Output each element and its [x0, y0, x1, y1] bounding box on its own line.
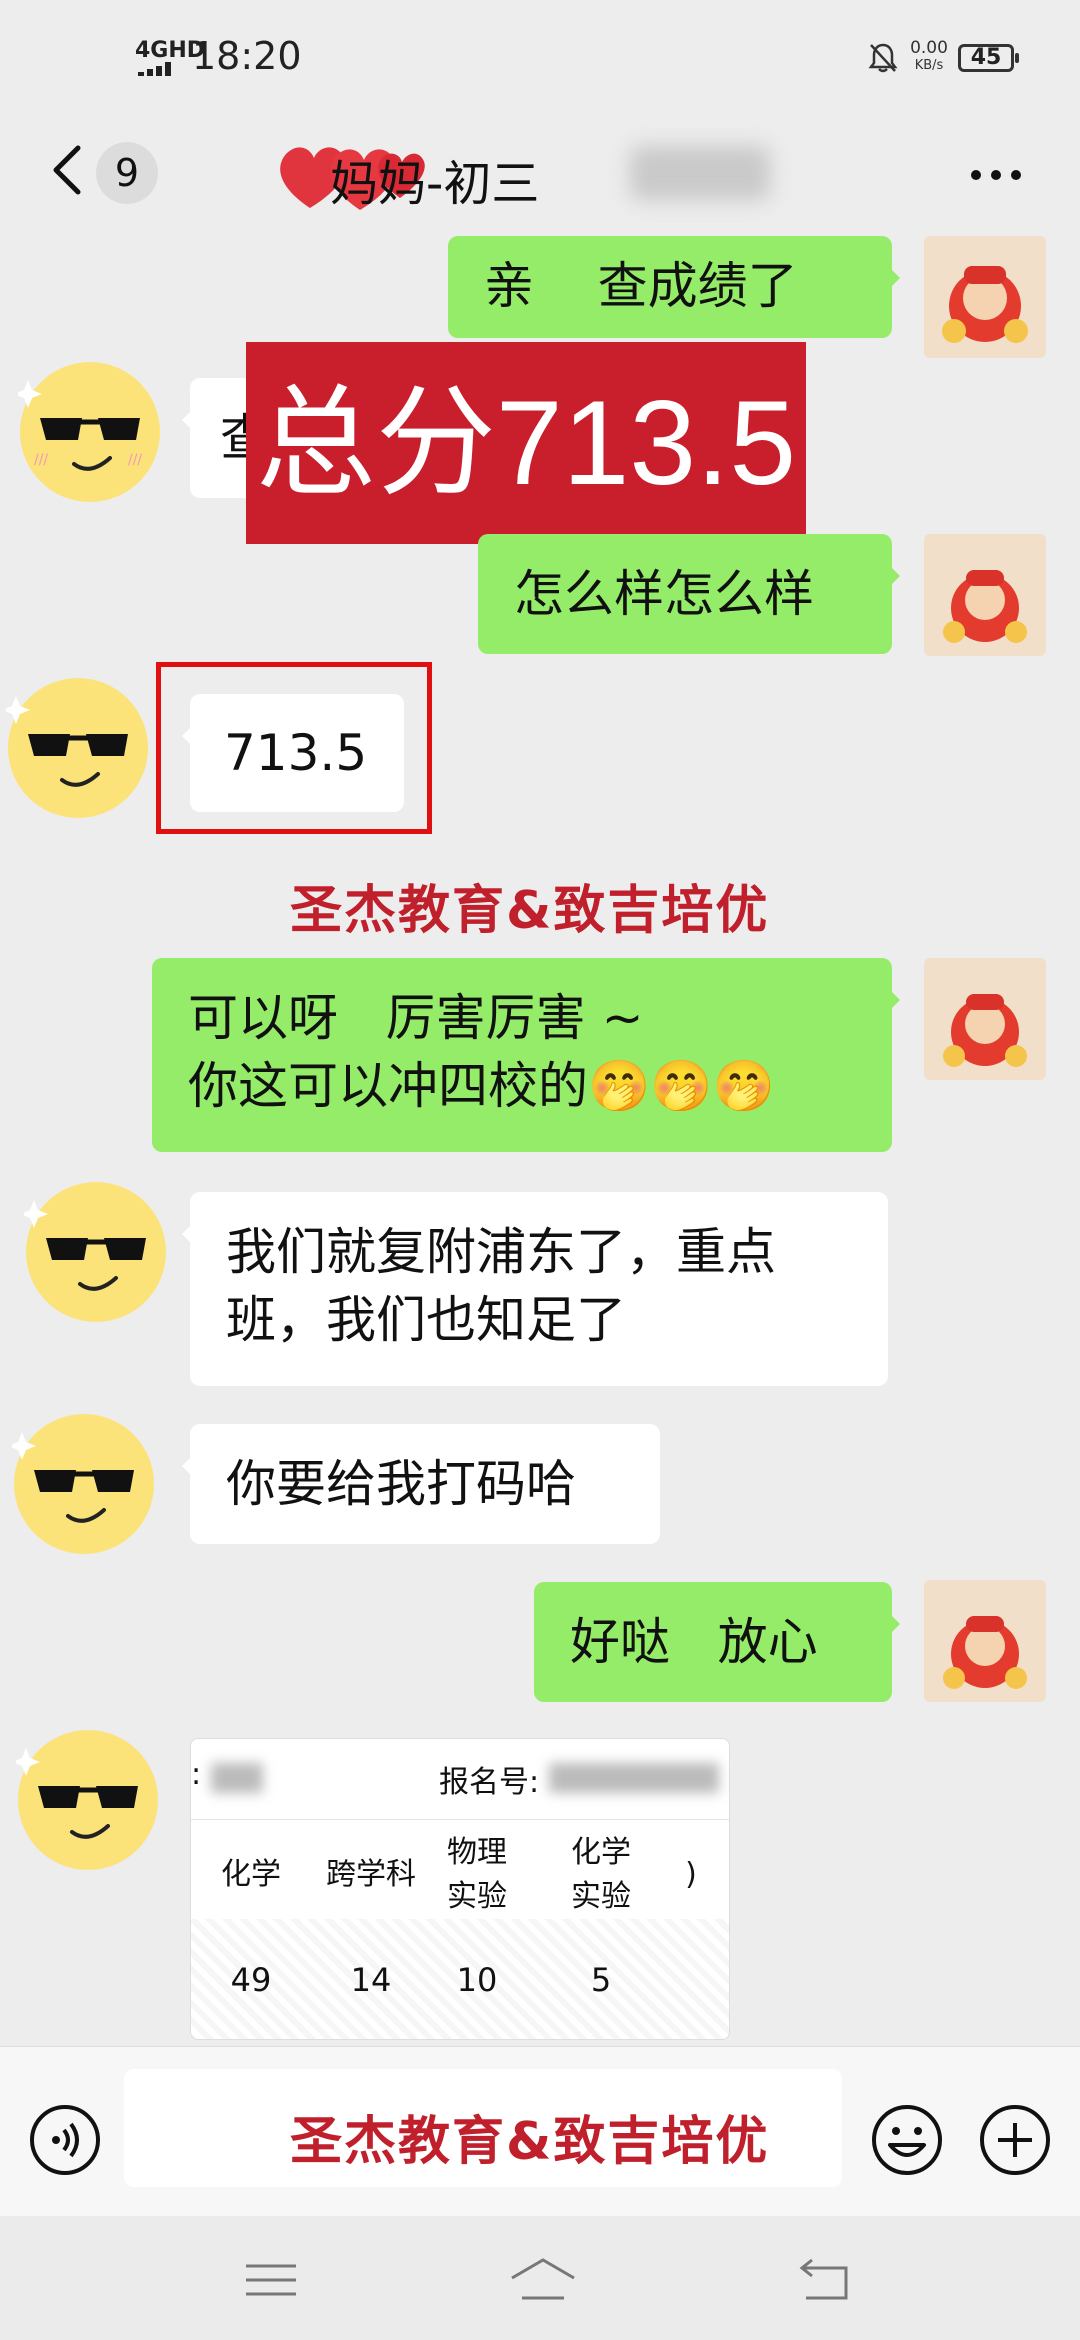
battery-indicator: 45	[958, 44, 1019, 72]
sticker-avatar-icon	[924, 958, 1046, 1080]
card-label-reg: 报名号:	[439, 1765, 540, 1800]
chat-title: 妈妈-初三	[330, 156, 540, 212]
back-nav-icon[interactable]	[796, 2256, 852, 2304]
column-header: 物理 实验	[447, 1835, 507, 1914]
friend-avatar[interactable]	[12, 1728, 160, 1872]
score-value: 49	[230, 1961, 272, 1999]
message-text: 好哒 放心	[570, 1613, 818, 1671]
unread-count-badge[interactable]: 9	[96, 142, 158, 204]
watermark: 圣杰教育&致吉培优	[290, 881, 770, 941]
message-line: 你这可以冲四校的🤭🤭🤭	[188, 1057, 775, 1115]
input-bar: 圣杰教育&致吉培优	[0, 2046, 1080, 2217]
column-header: 跨学科	[326, 1857, 416, 1892]
message-sent[interactable]: 可以呀 厉害厉害 ~ 你这可以冲四校的🤭🤭🤭	[152, 958, 900, 1152]
menu-icon[interactable]	[244, 2260, 298, 2300]
self-avatar[interactable]	[924, 236, 1046, 358]
net-speed: 0.00 KB/s	[906, 40, 952, 74]
message-line: 班，我们也知足了	[226, 1291, 626, 1349]
message-input[interactable]: 圣杰教育&致吉培优	[124, 2069, 842, 2187]
redacted-field	[211, 1763, 263, 1793]
card-label: :	[191, 1757, 202, 1792]
more-options-icon[interactable]	[966, 160, 1026, 190]
chat-header: 9 妈妈-初三	[0, 120, 1080, 240]
column-trail: )	[685, 1857, 697, 1892]
column-header: 化学 实验	[571, 1835, 631, 1914]
card-header-row: : 报名号:	[191, 1739, 729, 1820]
redacted-name	[630, 146, 770, 200]
back-arrow-icon[interactable]	[42, 140, 102, 200]
system-nav-bar	[0, 2216, 1080, 2340]
emoji-icon[interactable]	[870, 2103, 944, 2177]
sticker-avatar-icon	[924, 1580, 1046, 1702]
highlight-box	[156, 662, 432, 834]
redacted-field	[549, 1763, 719, 1793]
mute-bell-icon	[868, 43, 898, 73]
message-received[interactable]: 你要给我打码哈	[182, 1424, 660, 1544]
message-line: 我们就复附浦东了，重点	[226, 1223, 776, 1281]
score-value: 10	[456, 1961, 498, 1999]
message-text: 你要给我打码哈	[226, 1455, 576, 1513]
watermark: 圣杰教育&致吉培优	[290, 2112, 770, 2172]
self-avatar[interactable]	[924, 534, 1046, 656]
score-value: 5	[590, 1961, 612, 1999]
message-text: 亲 查成绩了	[484, 257, 798, 315]
status-bar: 4GHD 18:20 0.00 KB/s 45	[0, 0, 1080, 120]
sunglasses-emoji-icon	[2, 678, 148, 818]
message-text: 怎么样怎么样	[514, 565, 814, 623]
home-icon[interactable]	[508, 2256, 578, 2304]
svg-text:///: ///	[34, 452, 48, 468]
self-avatar[interactable]	[924, 958, 1046, 1080]
net-speed-unit: KB/s	[914, 58, 944, 73]
sunglasses-emoji-icon: /// ///	[14, 362, 160, 502]
net-speed-value: 0.00	[910, 38, 948, 58]
sticker-avatar-icon	[924, 534, 1046, 656]
message-sent[interactable]: 亲 查成绩了	[448, 236, 900, 338]
plus-icon[interactable]	[978, 2103, 1052, 2177]
message-line: 可以呀 厉害厉害 ~	[188, 989, 644, 1047]
sunglasses-emoji-icon	[12, 1730, 158, 1870]
score-value: 14	[350, 1961, 392, 1999]
sticker-avatar-icon	[924, 236, 1046, 358]
friend-avatar[interactable]	[8, 1412, 156, 1556]
svg-text:///: ///	[128, 452, 142, 468]
column-header: 化学	[221, 1857, 281, 1892]
status-time: 18:20	[192, 34, 302, 78]
voice-input-icon[interactable]	[28, 2103, 102, 2177]
signal-icon	[138, 62, 171, 76]
self-avatar[interactable]	[924, 1580, 1046, 1702]
friend-avatar[interactable]	[2, 676, 150, 820]
sunglasses-emoji-icon	[8, 1414, 154, 1554]
friend-avatar[interactable]: /// ///	[14, 360, 162, 504]
score-image-message[interactable]: : 报名号: 化学 跨学科 物理 实验 化学 实验 ) 49 14 10 5	[190, 1738, 730, 2040]
score-banner: 总分713.5	[246, 342, 806, 544]
message-sent[interactable]: 好哒 放心	[534, 1582, 900, 1702]
sunglasses-emoji-icon	[20, 1182, 166, 1322]
message-received[interactable]: 我们就复附浦东了，重点 班，我们也知足了	[182, 1192, 888, 1386]
message-sent[interactable]: 怎么样怎么样	[478, 534, 900, 654]
friend-avatar[interactable]	[20, 1180, 168, 1324]
